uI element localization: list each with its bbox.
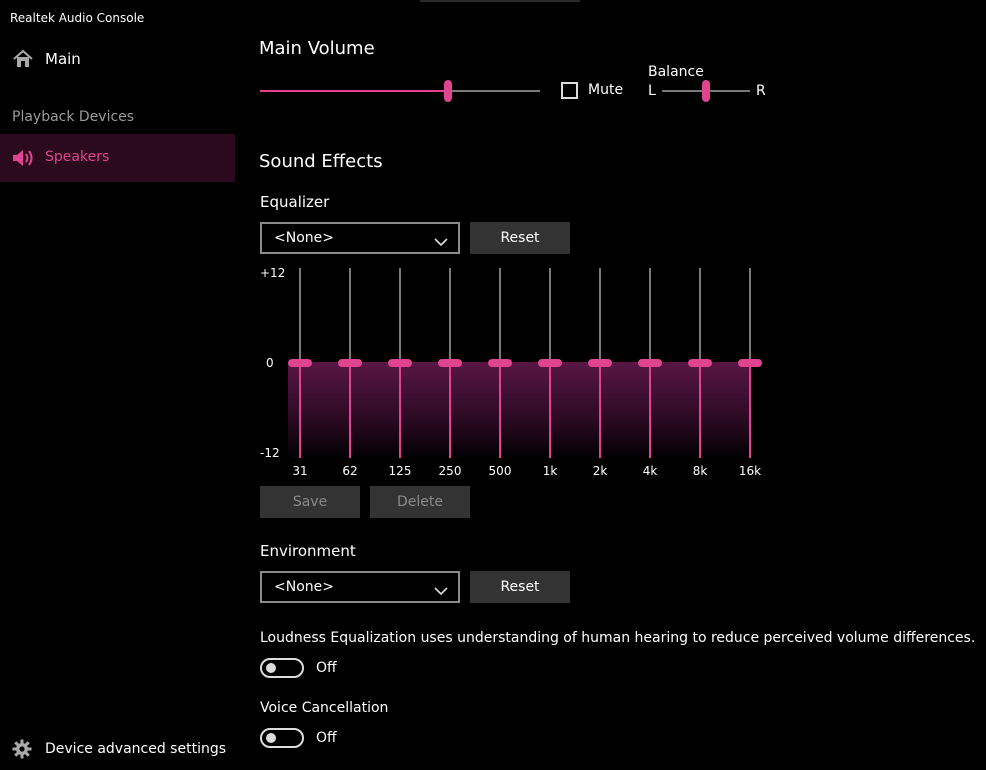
eq-band-fill — [649, 363, 651, 458]
eq-band-fill — [349, 363, 351, 458]
environment-preset-value: <None> — [274, 579, 334, 595]
eq-band-frequency-label: 31 — [292, 464, 308, 478]
balance-left-label: L — [648, 83, 656, 99]
eq-band-frequency-label: 62 — [342, 464, 358, 478]
eq-band-frequency-label: 16k — [738, 464, 762, 478]
toggle-knob — [266, 663, 276, 673]
balance-thumb[interactable] — [702, 80, 710, 102]
eq-band-thumb[interactable] — [288, 359, 312, 367]
eq-band-thumb[interactable] — [388, 359, 412, 367]
loudness-toggle[interactable] — [260, 658, 304, 678]
eq-band-thumb[interactable] — [638, 359, 662, 367]
volume-fill — [260, 90, 448, 92]
sidebar-item-label: Device advanced settings — [45, 741, 227, 757]
volume-thumb[interactable] — [444, 80, 452, 102]
eq-band-frequency-label: 8k — [692, 464, 708, 478]
environment-reset-button[interactable]: Reset — [470, 571, 570, 603]
eq-band-fill — [699, 363, 701, 458]
main-volume-heading: Main Volume — [259, 38, 375, 59]
sidebar-item-label: Speakers — [45, 149, 110, 165]
eq-band-fill — [549, 363, 551, 458]
eq-band-fill — [399, 363, 401, 458]
loudness-state: Off — [316, 660, 337, 676]
eq-band-frequency-label: 250 — [438, 464, 462, 478]
equalizer-preset-dropdown[interactable]: <None> — [260, 222, 460, 254]
sidebar-item-label: Main — [45, 50, 81, 68]
sidebar: Main Playback Devices Speakers Device ad… — [0, 0, 235, 770]
equalizer-graph: 31 62 125 250 500 1k 2k 4k 8k 16k — [280, 262, 770, 482]
eq-band-thumb[interactable] — [688, 359, 712, 367]
environment-preset-dropdown[interactable]: <None> — [260, 571, 460, 603]
eq-band-frequency-label: 4k — [642, 464, 658, 478]
equalizer-save-button[interactable]: Save — [260, 486, 360, 518]
eq-band-thumb[interactable] — [738, 359, 762, 367]
eq-band-fill — [749, 363, 751, 458]
chevron-down-icon — [434, 581, 448, 596]
sidebar-item-main[interactable]: Main — [0, 40, 235, 80]
voice-cancellation-toggle[interactable] — [260, 728, 304, 748]
equalizer-label: Equalizer — [260, 193, 330, 211]
equalizer-preset-value: <None> — [274, 230, 334, 246]
eq-scale-mid: 0 — [266, 356, 274, 370]
eq-band-frequency-label: 2k — [592, 464, 608, 478]
equalizer-reset-button[interactable]: Reset — [470, 222, 570, 254]
eq-band-thumb[interactable] — [438, 359, 462, 367]
speaker-icon — [12, 149, 34, 167]
eq-band-thumb[interactable] — [488, 359, 512, 367]
eq-band-fill — [449, 363, 451, 458]
eq-band-thumb[interactable] — [588, 359, 612, 367]
sound-effects-heading: Sound Effects — [259, 151, 383, 172]
equalizer-delete-button[interactable]: Delete — [370, 486, 470, 518]
environment-label: Environment — [260, 542, 356, 560]
mute-label: Mute — [588, 82, 624, 98]
balance-slider[interactable] — [662, 78, 750, 104]
eq-band-frequency-label: 500 — [488, 464, 512, 478]
eq-band-frequency-label: 125 — [388, 464, 412, 478]
voice-cancellation-state: Off — [316, 730, 337, 746]
gear-icon — [12, 739, 32, 759]
toggle-knob — [266, 733, 276, 743]
title-bar-strip — [420, 0, 580, 2]
mute-checkbox[interactable] — [561, 82, 578, 99]
eq-band-thumb[interactable] — [538, 359, 562, 367]
eq-band-fill — [599, 363, 601, 458]
eq-band-thumb[interactable] — [338, 359, 362, 367]
eq-band-frequency-label: 1k — [542, 464, 558, 478]
eq-curve-fill — [288, 362, 750, 460]
voice-cancellation-label: Voice Cancellation — [260, 700, 389, 716]
home-icon — [12, 49, 34, 69]
loudness-description: Loudness Equalization uses understanding… — [260, 630, 976, 646]
sidebar-item-advanced-settings[interactable]: Device advanced settings — [0, 730, 235, 766]
sidebar-item-speakers[interactable]: Speakers — [0, 134, 235, 182]
chevron-down-icon — [434, 232, 448, 247]
eq-band-fill — [499, 363, 501, 458]
balance-right-label: R — [756, 83, 766, 99]
eq-band-fill — [299, 363, 301, 458]
main-volume-slider[interactable] — [260, 78, 540, 104]
section-label-playback-devices: Playback Devices — [12, 109, 135, 125]
eq-scale-bottom: -12 — [260, 446, 280, 460]
